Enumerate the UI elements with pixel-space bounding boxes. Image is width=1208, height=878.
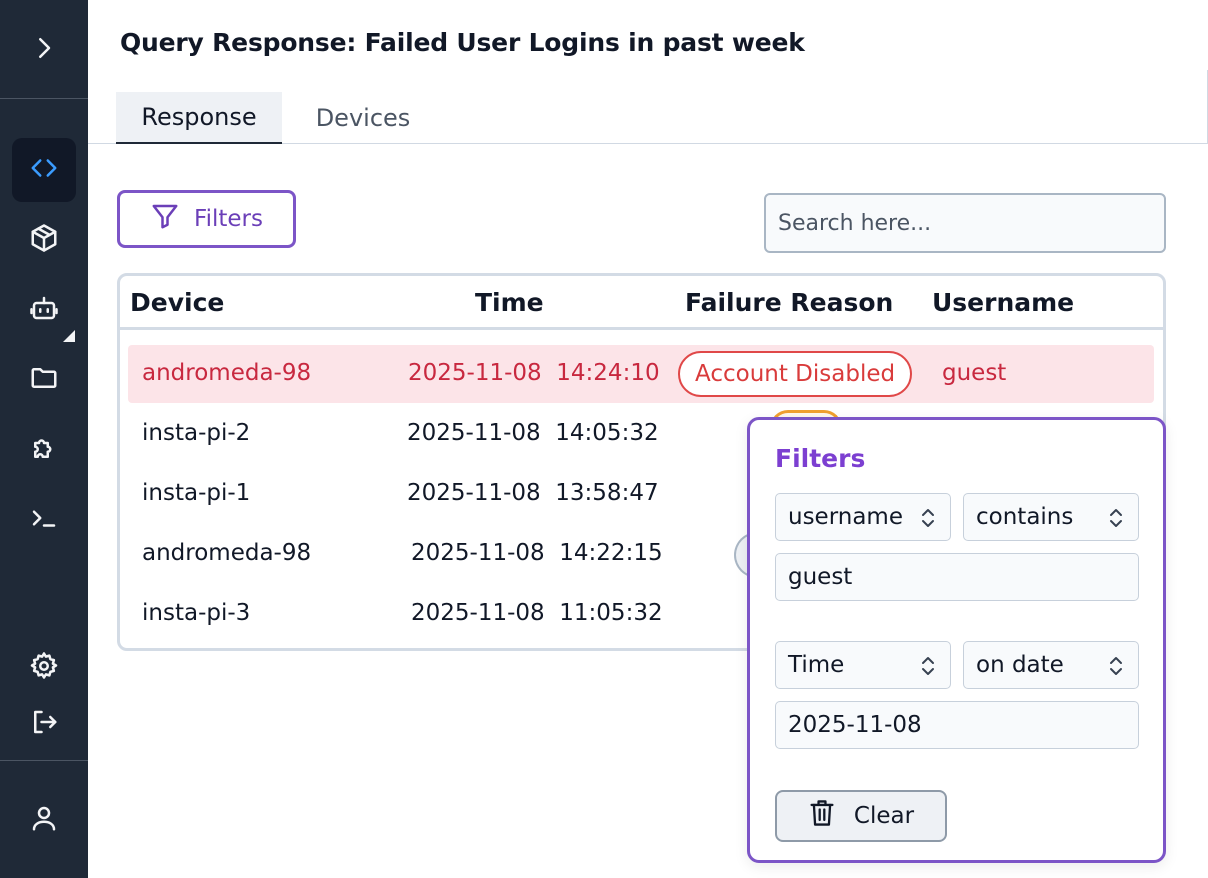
device-cell: insta-pi-3 xyxy=(142,600,251,626)
chevron-up-down-icon xyxy=(1106,654,1126,678)
table-row[interactable]: andromeda-98 2025-11-08 14:24:10 Account… xyxy=(128,345,1154,403)
failure-reason-badge: Account Disabled xyxy=(678,351,913,397)
gear-icon xyxy=(29,651,59,685)
tab-bar: Response Devices xyxy=(88,70,1208,144)
chevron-up-down-icon xyxy=(1106,506,1126,530)
code-icon xyxy=(29,153,59,187)
folder-icon xyxy=(29,363,59,397)
sidebar-item-profile[interactable] xyxy=(12,788,76,852)
terminal-icon xyxy=(29,503,59,537)
sidebar-item-files[interactable] xyxy=(12,348,76,412)
filter-value-input[interactable]: 2025-11-08 xyxy=(775,701,1139,749)
filters-popover-title: Filters xyxy=(775,444,866,473)
time-cell: 2025-11-08 14:24:10 xyxy=(408,360,660,386)
sidebar-item-terminal[interactable] xyxy=(12,488,76,552)
sidebar-item-logout[interactable] xyxy=(12,692,76,756)
clear-button-label: Clear xyxy=(853,803,915,829)
filter-operator-value: on date xyxy=(976,652,1064,678)
filter-field-value: username xyxy=(788,504,903,530)
device-cell: insta-pi-2 xyxy=(142,420,251,446)
device-cell: andromeda-98 xyxy=(142,540,312,566)
trash-icon xyxy=(808,798,836,834)
submenu-indicator-icon xyxy=(63,330,75,342)
time-cell: 2025-11-08 11:05:32 xyxy=(411,600,663,626)
column-header-device[interactable]: Device xyxy=(130,288,224,317)
cube-icon xyxy=(29,223,59,257)
username-cell: guest xyxy=(942,360,1007,386)
filters-button[interactable]: Filters xyxy=(117,190,296,248)
search-input[interactable] xyxy=(764,193,1166,253)
device-cell: insta-pi-1 xyxy=(142,480,251,506)
tab-devices[interactable]: Devices xyxy=(282,92,444,144)
sidebar-item-extensions[interactable] xyxy=(12,418,76,482)
filter-field-value: Time xyxy=(788,652,845,678)
filters-button-label: Filters xyxy=(194,206,263,232)
clear-filters-button[interactable]: Clear xyxy=(775,790,947,842)
filters-popover: Filters username contains guest Time on … xyxy=(747,417,1166,863)
page-title: Query Response: Failed User Logins in pa… xyxy=(120,28,805,57)
logout-icon xyxy=(29,707,59,741)
sidebar-divider xyxy=(0,760,88,761)
puzzle-icon xyxy=(29,433,59,467)
filter-field-select[interactable]: Time xyxy=(775,641,951,689)
filter-operator-select[interactable]: on date xyxy=(963,641,1139,689)
filter-operator-value: contains xyxy=(976,504,1074,530)
chevron-up-down-icon xyxy=(918,506,938,530)
filter-icon xyxy=(150,201,180,237)
table-header: Device Time Failure Reason Username xyxy=(120,276,1163,330)
tab-response[interactable]: Response xyxy=(116,92,282,144)
sidebar-divider xyxy=(0,98,88,99)
chevron-up-down-icon xyxy=(918,654,938,678)
expand-sidebar-button[interactable] xyxy=(12,18,76,82)
column-header-username[interactable]: Username xyxy=(932,288,1074,317)
column-header-failure-reason[interactable]: Failure Reason xyxy=(685,288,893,317)
time-cell: 2025-11-08 14:22:15 xyxy=(411,540,663,566)
sidebar-item-packages[interactable] xyxy=(12,208,76,272)
time-cell: 2025-11-08 13:58:47 xyxy=(407,480,659,506)
filter-field-select[interactable]: username xyxy=(775,493,951,541)
chevron-right-icon xyxy=(29,33,59,67)
sidebar-item-settings[interactable] xyxy=(12,636,76,700)
sidebar xyxy=(0,0,88,878)
user-icon xyxy=(29,803,59,837)
device-cell: andromeda-98 xyxy=(142,360,312,386)
filter-value-input[interactable]: guest xyxy=(775,553,1139,601)
time-cell: 2025-11-08 14:05:32 xyxy=(407,420,659,446)
filter-operator-select[interactable]: contains xyxy=(963,493,1139,541)
sidebar-item-queries[interactable] xyxy=(12,138,76,202)
column-header-time[interactable]: Time xyxy=(475,288,544,317)
robot-icon xyxy=(29,293,59,327)
